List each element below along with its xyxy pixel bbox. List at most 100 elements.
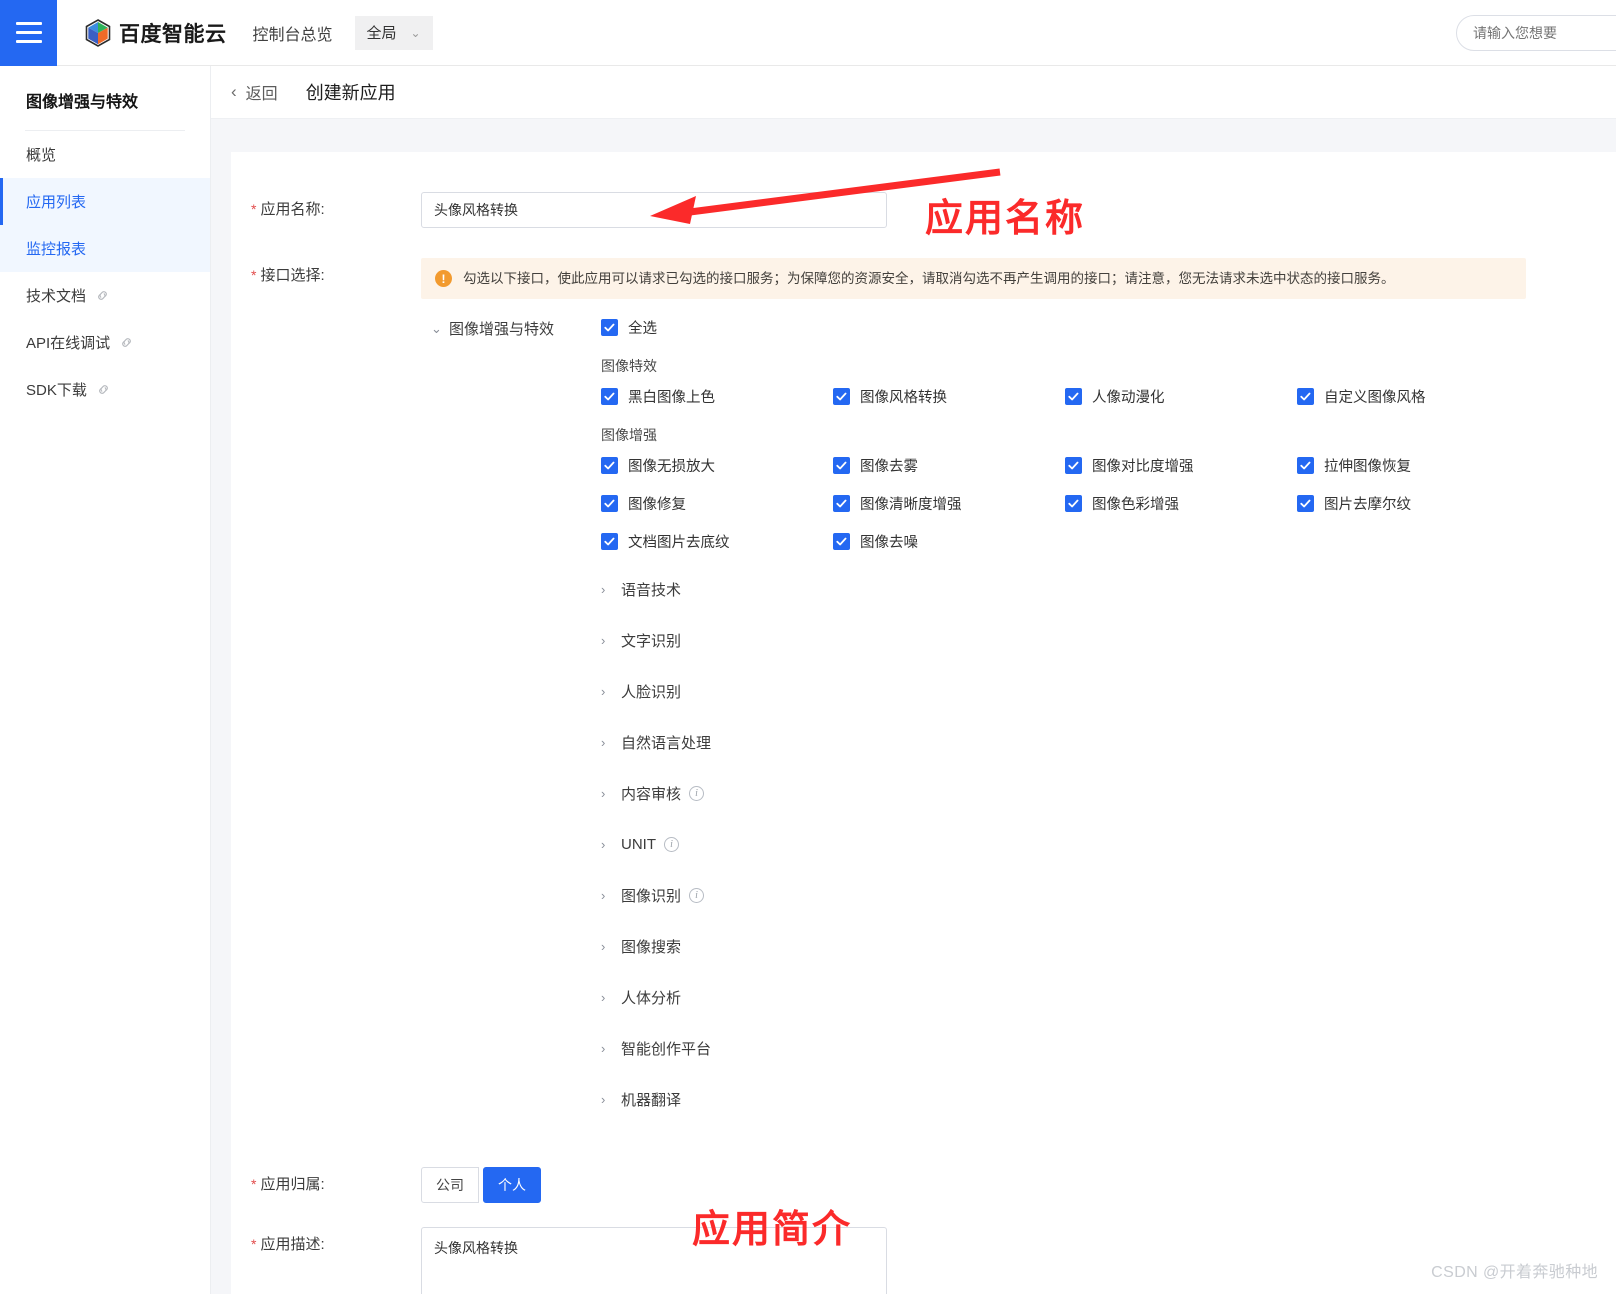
checkbox-style-transfer[interactable]: 图像风格转换	[833, 386, 1065, 407]
checkbox-grid-image-enhancement: 图像无损放大 图像去雾 图像对比度增强 拉伸图像恢复 图像修复 图像清晰度增强 …	[601, 455, 1616, 552]
checkbox-label: 图像去噪	[860, 535, 918, 551]
checkbox-label: 拉伸图像恢复	[1324, 459, 1411, 475]
checkbox-label: 自定义图像风格	[1324, 390, 1426, 406]
brand[interactable]: 百度智能云	[85, 18, 227, 48]
category-ocr[interactable]: › 文字识别	[601, 615, 1616, 666]
category-face-recognition[interactable]: › 人脸识别	[601, 666, 1616, 717]
category-aigc-platform[interactable]: › 智能创作平台	[601, 1023, 1616, 1074]
checkbox-colorize[interactable]: 黑白图像上色	[601, 386, 833, 407]
category-label: 语音技术	[621, 582, 682, 599]
brand-text: 百度智能云	[119, 22, 227, 46]
checkbox-select-all[interactable]: 全选	[601, 317, 1616, 338]
search-input[interactable]	[1456, 15, 1616, 51]
app-name-label: * 应用名称:	[231, 192, 421, 227]
sidebar-item-monitor-report[interactable]: 监控报表	[0, 225, 210, 272]
checkbox-inpainting[interactable]: 图像修复	[601, 493, 833, 514]
required-marker: *	[251, 1236, 257, 1252]
top-bar: 百度智能云 控制台总览 全局 ⌄	[0, 0, 1616, 66]
chevron-right-icon: ›	[601, 837, 606, 852]
checkbox-label: 图像无损放大	[628, 459, 715, 475]
app-name-label-text: 应用名称:	[260, 201, 325, 218]
form-row-ownership: * 应用归属: 公司 个人	[231, 1167, 1616, 1203]
checkbox-custom-style[interactable]: 自定义图像风格	[1297, 386, 1529, 407]
sidebar-item-label: 应用列表	[26, 194, 87, 211]
chevron-right-icon: ›	[601, 939, 606, 954]
category-image-enhance-body: 全选 图像特效 黑白图像上色 图像风格转换 人像动漫化 自定义图像风格 图像增强…	[601, 317, 1616, 1125]
description-label: * 应用描述:	[231, 1227, 421, 1262]
category-content-moderation[interactable]: › 内容审核 i	[601, 768, 1616, 819]
checkbox-label: 图片去摩尔纹	[1324, 497, 1411, 513]
checkbox-checked-icon	[833, 533, 850, 550]
category-machine-translation[interactable]: › 机器翻译	[601, 1074, 1616, 1125]
app-name-input[interactable]	[421, 192, 887, 228]
checkbox-contrast-enhance[interactable]: 图像对比度增强	[1065, 455, 1297, 476]
category-nlp[interactable]: › 自然语言处理	[601, 717, 1616, 768]
category-image-enhance: ⌄ 图像增强与特效 全选 图像特效 黑白图像上色 图像风格转换 人像动漫化 自定…	[431, 317, 1616, 1125]
chevron-right-icon: ›	[601, 1092, 606, 1107]
checkbox-sharpness-enhance[interactable]: 图像清晰度增强	[833, 493, 1065, 514]
category-label: 智能创作平台	[621, 1041, 712, 1058]
category-image-recognition[interactable]: › 图像识别 i	[601, 870, 1616, 921]
checkbox-label: 黑白图像上色	[628, 390, 715, 406]
category-label: 文字识别	[621, 633, 682, 650]
checkbox-checked-icon	[601, 388, 618, 405]
ownership-option-company[interactable]: 公司	[421, 1167, 479, 1203]
checkbox-dehaze[interactable]: 图像去雾	[833, 455, 1065, 476]
ownership-option-personal[interactable]: 个人	[483, 1167, 541, 1203]
subgroup-title-image-enhancement: 图像增强	[601, 427, 657, 443]
ownership-segmented-control: 公司 个人	[421, 1167, 541, 1203]
category-image-enhance-label: 图像增强与特效	[449, 321, 555, 338]
checkbox-checked-icon	[1065, 495, 1082, 512]
info-icon[interactable]: i	[664, 837, 679, 852]
checkbox-checked-icon	[601, 495, 618, 512]
chevron-right-icon: ›	[601, 990, 606, 1005]
info-icon[interactable]: i	[689, 888, 705, 903]
api-select-notice: ! 勾选以下接口，使此应用可以请求已勾选的接口服务；为保障您的资源安全，请取消勾…	[421, 258, 1526, 299]
category-label: UNIT	[621, 836, 656, 853]
warning-icon: !	[435, 270, 452, 287]
checkbox-checked-icon	[1297, 457, 1314, 474]
checkbox-label: 图像修复	[628, 497, 686, 513]
checkbox-color-enhance[interactable]: 图像色彩增强	[1065, 493, 1297, 514]
page-title: 创建新应用	[305, 83, 396, 103]
checkbox-label: 全选	[628, 321, 657, 337]
category-label: 内容审核	[621, 786, 682, 803]
category-label: 图像搜索	[621, 939, 682, 956]
api-category-tree: ⌄ 图像增强与特效 全选 图像特效 黑白图像上色 图像风格转换 人像动漫化 自定…	[231, 317, 1616, 1125]
required-marker: *	[251, 1176, 257, 1192]
sidebar-item-tech-doc[interactable]: 技术文档	[0, 272, 210, 319]
category-image-enhance-header[interactable]: ⌄ 图像增强与特效	[431, 317, 601, 339]
description-textarea[interactable]	[421, 1227, 887, 1294]
category-speech[interactable]: › 语音技术	[601, 564, 1616, 615]
region-selector-value: 全局	[366, 25, 397, 42]
info-icon[interactable]: i	[689, 786, 705, 801]
region-selector[interactable]: 全局 ⌄	[354, 15, 433, 50]
sidebar-item-app-list[interactable]: 应用列表	[0, 178, 210, 225]
checkbox-demoire[interactable]: 图片去摩尔纹	[1297, 493, 1529, 514]
checkbox-doc-background-removal[interactable]: 文档图片去底纹	[601, 531, 833, 552]
sidebar-title: 图像增强与特效	[26, 94, 139, 111]
category-unit[interactable]: › UNIT i	[601, 819, 1616, 870]
checkbox-stretch-restore[interactable]: 拉伸图像恢复	[1297, 455, 1529, 476]
checkbox-checked-icon	[1297, 495, 1314, 512]
sidebar-item-api-debug[interactable]: API在线调试	[0, 319, 210, 366]
back-button[interactable]: ‹ 返回	[231, 80, 278, 104]
category-label: 自然语言处理	[621, 735, 712, 752]
checkbox-lossless-upscale[interactable]: 图像无损放大	[601, 455, 833, 476]
sidebar-item-overview[interactable]: 概览	[0, 131, 210, 178]
chevron-right-icon: ›	[601, 786, 606, 801]
console-overview-link[interactable]: 控制台总览	[253, 21, 333, 45]
chevron-down-icon: ⌄	[431, 320, 442, 336]
checkbox-denoise[interactable]: 图像去噪	[833, 531, 1065, 552]
description-label-text: 应用描述:	[260, 1236, 325, 1253]
sidebar-item-sdk-download[interactable]: SDK下载	[0, 366, 210, 413]
chevron-right-icon: ›	[601, 735, 606, 750]
api-select-label-text: 接口选择:	[260, 267, 325, 284]
checkbox-anime-portrait[interactable]: 人像动漫化	[1065, 386, 1297, 407]
hamburger-icon[interactable]	[0, 0, 57, 66]
checkbox-label: 图像去雾	[860, 459, 918, 475]
form-row-api-select: * 接口选择: ! 勾选以下接口，使此应用可以请求已勾选的接口服务；为保障您的资源…	[231, 258, 1616, 299]
category-body-analysis[interactable]: › 人体分析	[601, 972, 1616, 1023]
category-image-search[interactable]: › 图像搜索	[601, 921, 1616, 972]
sidebar-item-label: SDK下载	[26, 382, 87, 399]
